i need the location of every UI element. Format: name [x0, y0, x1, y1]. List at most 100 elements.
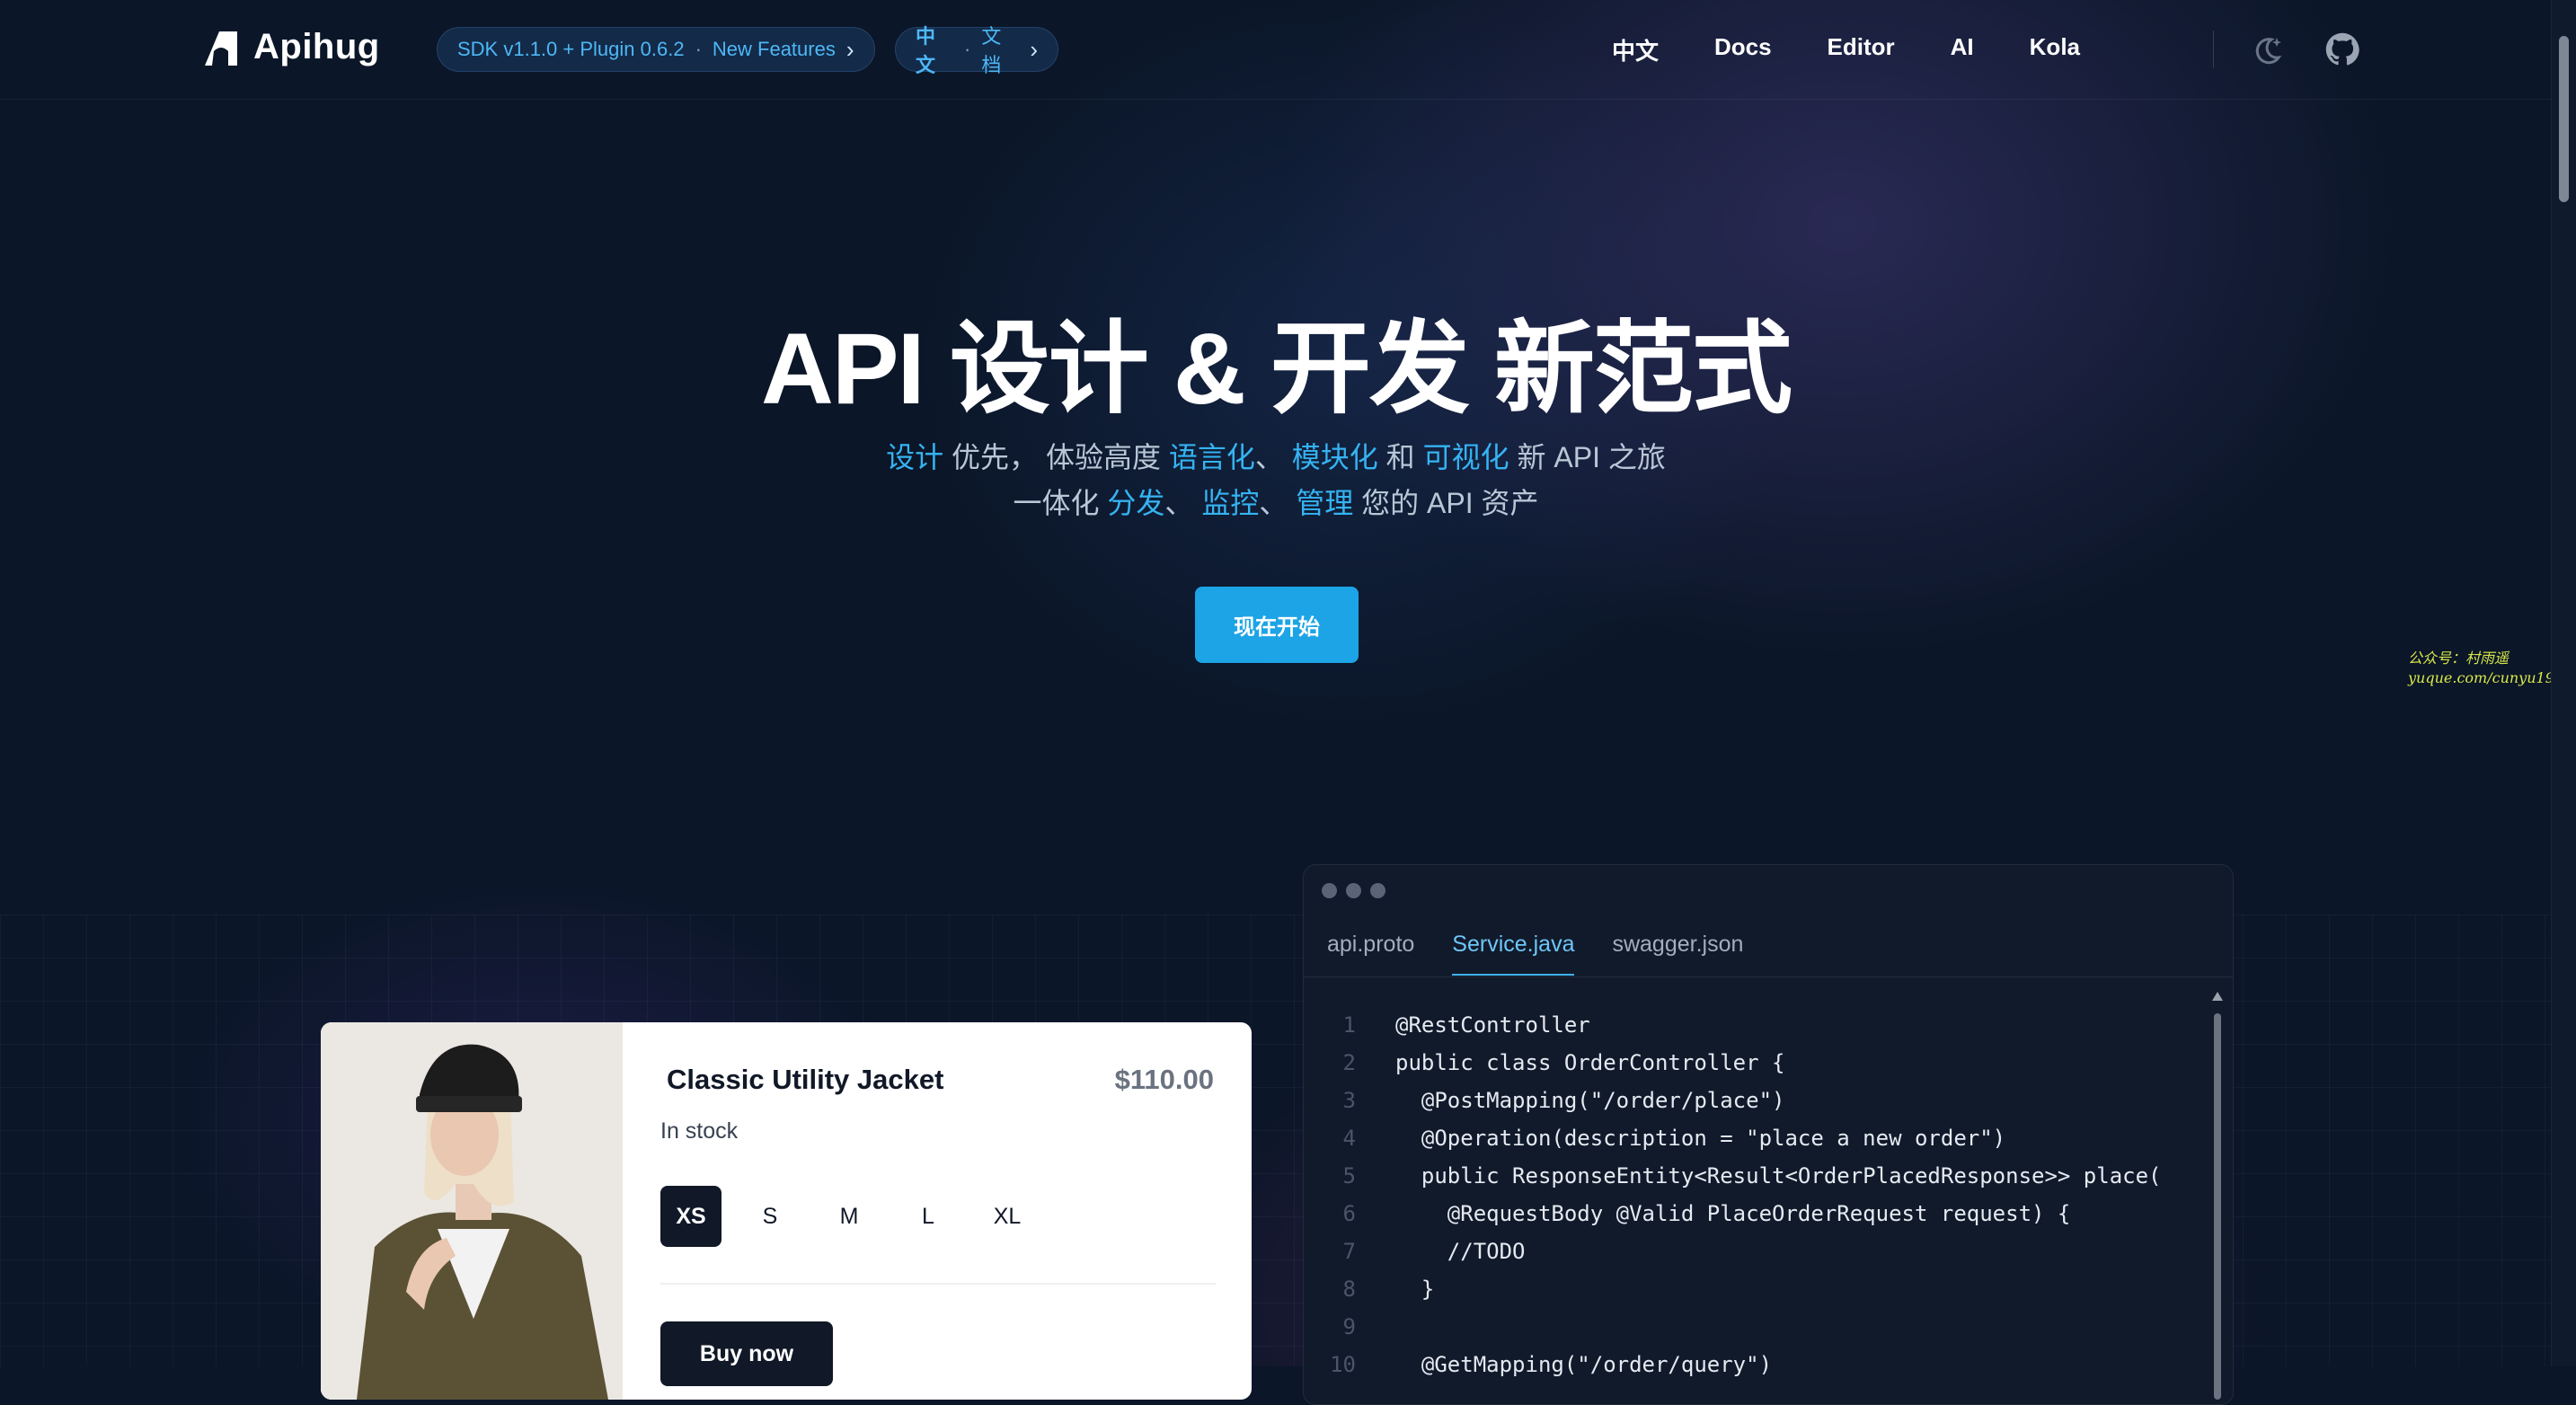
- card-divider: [660, 1283, 1216, 1285]
- code-text: @RequestBody @Valid PlaceOrderRequest re…: [1395, 1201, 2071, 1226]
- nav-link-editor[interactable]: Editor: [1828, 33, 1895, 66]
- nav-link-ai[interactable]: AI: [1951, 33, 1974, 66]
- tab-service-java[interactable]: Service.java: [1452, 932, 1575, 976]
- line-number: 5: [1342, 1163, 1356, 1189]
- tab-swagger-json[interactable]: swagger.json: [1612, 932, 1743, 976]
- code-line: 4 @Operation(description = "place a new …: [1304, 1119, 2202, 1157]
- highlight-language: 语言化: [1168, 441, 1255, 473]
- window-dot: [1370, 883, 1385, 898]
- page-scrollbar[interactable]: [2551, 0, 2576, 1366]
- line-number: 9: [1342, 1314, 1356, 1339]
- line-number: 7: [1342, 1239, 1356, 1264]
- window-dot: [1322, 883, 1337, 898]
- size-option-xl[interactable]: XL: [977, 1186, 1038, 1247]
- line-number: 4: [1342, 1126, 1356, 1151]
- watermark: 公众号：村雨遥 yuque.com/cunyu1943: [2408, 649, 2572, 688]
- hero-subtitle-line-2: 一体化 分发、 监控、 管理 您的 API 资产: [0, 481, 2552, 522]
- code-line: 7 //TODO: [1304, 1233, 2202, 1270]
- release-label: New Features: [712, 38, 836, 60]
- watermark-line-1: 公众号：村雨遥: [2408, 649, 2510, 667]
- nav-divider: [2213, 31, 2214, 68]
- product-name: Classic Utility Jacket: [667, 1064, 944, 1095]
- nav-link-lang[interactable]: 中文: [1612, 33, 1659, 66]
- code-text: @RestController: [1395, 1012, 1590, 1038]
- line-number: 3: [1342, 1088, 1356, 1113]
- code-line: 2 public class OrderController {: [1304, 1044, 2202, 1082]
- highlight-distribute: 分发: [1107, 487, 1165, 519]
- highlight-monitor: 监控: [1201, 487, 1260, 519]
- code-line: 6 @RequestBody @Valid PlaceOrderRequest …: [1304, 1195, 2202, 1233]
- code-line: 5 public ResponseEntity<Result<OrderPlac…: [1304, 1157, 2202, 1195]
- code-window: api.proto Service.java swagger.json 1 @Re…: [1303, 864, 2234, 1405]
- buy-now-button[interactable]: Buy now: [660, 1321, 833, 1386]
- highlight-visual: 可视化: [1422, 441, 1509, 473]
- docs-lang: 中文: [916, 25, 936, 76]
- highlight-modular: 模块化: [1291, 441, 1378, 473]
- separator-dot: ·: [695, 38, 702, 60]
- code-text: @GetMapping("/order/query"): [1395, 1352, 1773, 1377]
- size-option-l[interactable]: L: [898, 1186, 959, 1247]
- highlight-design: 设计: [886, 441, 944, 473]
- code-tabs: api.proto Service.java swagger.json: [1327, 932, 1743, 976]
- code-scrollbar[interactable]: [2211, 986, 2224, 1404]
- code-editor: 1 @RestController 2 public class OrderCont…: [1304, 1006, 2202, 1383]
- get-started-button[interactable]: 现在开始: [1195, 587, 1359, 663]
- line-number: 6: [1342, 1201, 1356, 1226]
- subtitle-text: 、: [1259, 487, 1297, 519]
- code-line: 3 @PostMapping("/order/place"): [1304, 1082, 2202, 1119]
- line-number: 2: [1342, 1050, 1356, 1075]
- code-text: public class OrderController {: [1395, 1050, 1785, 1075]
- github-icon[interactable]: [2325, 32, 2359, 66]
- code-line: 8 }: [1304, 1270, 2202, 1308]
- watermark-line-2: yuque.com/cunyu1943: [2408, 669, 2573, 686]
- docs-pill[interactable]: 中文 · 文档 ›: [895, 25, 1058, 76]
- product-photo-illustration: [321, 1022, 623, 1400]
- line-number: 1: [1342, 1012, 1356, 1038]
- scroll-up-arrow-icon[interactable]: [2212, 992, 2223, 1001]
- line-number: 10: [1330, 1352, 1356, 1377]
- code-text: @Operation(description = "place a new or…: [1395, 1126, 2006, 1151]
- hero-subtitle-line-1: 设计 优先， 体验高度 语言化、 模块化 和 可视化 新 API 之旅: [0, 435, 2552, 476]
- top-navbar: Apihug SDK v1.1.0 + Plugin 0.6.2 · New F…: [0, 0, 2552, 100]
- subtitle-text: 、: [1254, 441, 1292, 473]
- apihug-logo-icon: [205, 31, 237, 66]
- subtitle-text: 和: [1377, 441, 1423, 473]
- subtitle-text: 您的 API 资产: [1353, 487, 1539, 519]
- size-option-xs[interactable]: XS: [660, 1186, 721, 1247]
- nav-links: 中文 Docs Editor AI Kola: [1612, 33, 2080, 66]
- subtitle-text: 、: [1164, 487, 1202, 519]
- code-text: //TODO: [1395, 1239, 1526, 1264]
- subtitle-text: 新 API 之旅: [1509, 441, 1666, 473]
- code-scroll-thumb[interactable]: [2214, 1013, 2221, 1400]
- brand-name: Apihug: [253, 27, 380, 66]
- line-number: 8: [1342, 1277, 1356, 1302]
- release-version: SDK v1.1.0 + Plugin 0.6.2: [457, 38, 685, 60]
- stock-status: In stock: [660, 1118, 739, 1144]
- code-line: 9: [1304, 1308, 2202, 1346]
- docs-label: 文档: [981, 25, 1002, 76]
- size-option-s[interactable]: S: [739, 1186, 801, 1247]
- page-scroll-thumb[interactable]: [2559, 36, 2569, 202]
- moon-icon[interactable]: [2252, 34, 2284, 66]
- size-option-m[interactable]: M: [819, 1186, 880, 1247]
- chevron-right-icon: ›: [1030, 35, 1038, 63]
- size-selector: XS S M L XL: [660, 1186, 1038, 1247]
- window-controls: [1322, 883, 1385, 898]
- nav-link-kola[interactable]: Kola: [2030, 33, 2080, 66]
- tab-api-proto[interactable]: api.proto: [1327, 932, 1414, 976]
- chevron-right-icon: ›: [845, 35, 854, 63]
- nav-link-docs[interactable]: Docs: [1714, 33, 1772, 66]
- code-text: }: [1395, 1277, 1435, 1302]
- code-line: 10 @GetMapping("/order/query"): [1304, 1346, 2202, 1383]
- product-image: [321, 1022, 623, 1400]
- brand-logo[interactable]: Apihug: [201, 27, 380, 67]
- product-price: $110.00: [1114, 1064, 1214, 1095]
- highlight-manage: 管理: [1296, 487, 1354, 519]
- product-card: Classic Utility Jacket $110.00 In stock …: [321, 1022, 1252, 1400]
- window-dot: [1346, 883, 1361, 898]
- code-text: @PostMapping("/order/place"): [1395, 1088, 1785, 1113]
- subtitle-text: 一体化: [1013, 487, 1108, 519]
- tabs-divider: [1304, 976, 2233, 977]
- separator-dot: ·: [964, 38, 971, 60]
- release-pill[interactable]: SDK v1.1.0 + Plugin 0.6.2 · New Features…: [437, 27, 875, 72]
